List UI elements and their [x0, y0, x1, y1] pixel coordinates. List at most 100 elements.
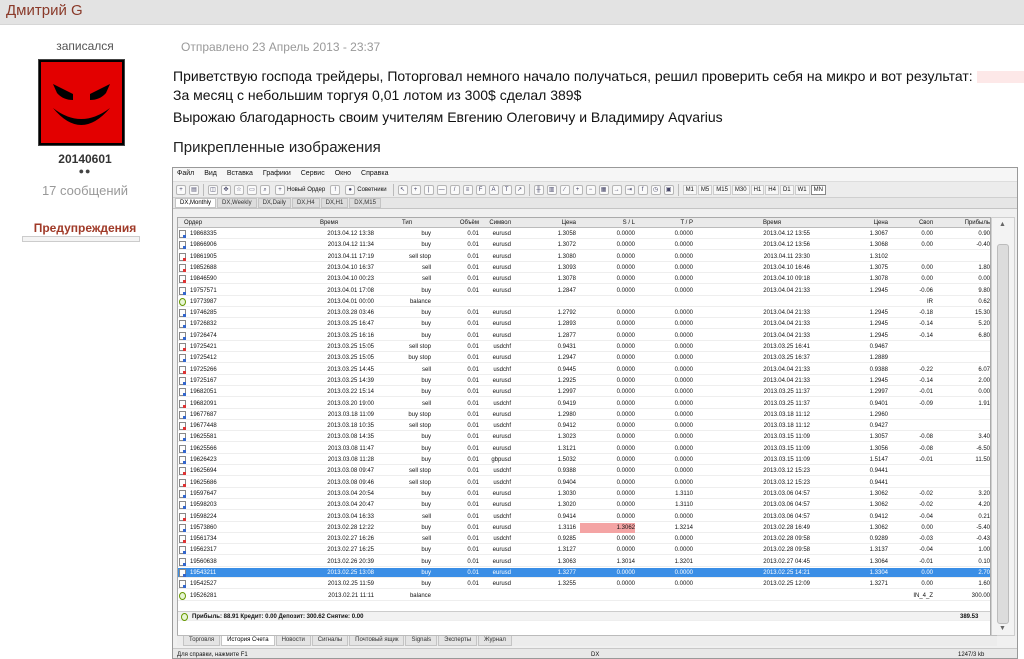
- table-row[interactable]: 19726474 2013.03.25 16:16 buy 0.01 eurusd 1.2…: [178, 331, 990, 341]
- periods-icon[interactable]: ◷: [650, 184, 661, 195]
- timeframe-h4[interactable]: H4: [765, 184, 779, 195]
- cursor-icon[interactable]: ↖: [397, 184, 408, 195]
- text-icon[interactable]: A: [488, 184, 499, 195]
- new-chart-icon[interactable]: +: [176, 184, 186, 195]
- table-row[interactable]: 19562317 2013.02.27 16:25 buy 0.01 eurusd 1.3…: [178, 545, 990, 556]
- terminal-tab[interactable]: Журнал: [478, 636, 512, 646]
- menu-item-6[interactable]: Справка: [361, 170, 388, 179]
- table-row[interactable]: 19625694 2013.03.08 09:47 sell stop 0.01 usd…: [178, 466, 990, 477]
- user-id[interactable]: 20140601: [0, 152, 170, 166]
- table-row[interactable]: 19597647 2013.03.04 20:54 buy 0.01 eurusd 1.3…: [178, 489, 990, 499]
- timeframe-d1[interactable]: D1: [779, 184, 794, 195]
- table-row[interactable]: 19598224 2013.03.04 16:33 sell 0.01 usdchf 0.…: [178, 512, 990, 522]
- table-row[interactable]: 19866906 2013.04.12 11:34 buy 0.01 eurusd 1.3…: [178, 240, 990, 251]
- table-row[interactable]: 19868335 2013.04.12 13:38 buy 0.01 eurusd 1.3…: [178, 229, 990, 239]
- navigator-icon[interactable]: ☆: [234, 184, 244, 195]
- table-row[interactable]: 19573860 2013.02.28 12:22 buy 0.01 eurusd 1.3…: [178, 522, 990, 533]
- chart-tab[interactable]: DX,M15: [349, 198, 381, 208]
- table-row[interactable]: 19861905 2013.04.11 17:19 sell stop 0.01 eur…: [178, 252, 990, 262]
- author-name[interactable]: Дмитрий G: [6, 2, 83, 19]
- column-header[interactable]: T / P: [637, 218, 693, 228]
- warnings-label[interactable]: Предупреждения: [0, 221, 170, 235]
- chart-tab[interactable]: DX,Daily: [257, 198, 291, 208]
- table-row[interactable]: 19773987 2013.04.01 00:00 balance IR 0.62: [178, 297, 990, 307]
- table-row[interactable]: 19725421 2013.03.25 15:05 sell stop 0.01 usd…: [178, 342, 990, 352]
- meta-editor-icon[interactable]: !: [330, 184, 341, 195]
- tester-icon[interactable]: ⌕: [260, 184, 270, 195]
- table-row[interactable]: 19726832 2013.03.25 16:47 buy 0.01 eurusd 1.2…: [178, 319, 990, 330]
- fibonacci-icon[interactable]: F: [475, 184, 486, 195]
- menu-item-2[interactable]: Вставка: [227, 170, 253, 179]
- market-watch-icon[interactable]: ◫: [208, 184, 218, 195]
- table-row[interactable]: 19757571 2013.04.01 17:08 buy 0.01 eurusd 1.2…: [178, 286, 990, 296]
- column-header[interactable]: Время: [284, 218, 374, 228]
- column-header[interactable]: Ордер: [184, 218, 274, 228]
- chart-tab[interactable]: DX,H1: [320, 198, 349, 208]
- column-header[interactable]: Тип: [383, 218, 431, 228]
- timeframe-w1[interactable]: W1: [794, 184, 810, 195]
- timeframe-h1[interactable]: H1: [750, 184, 765, 195]
- table-row[interactable]: 19626423 2013.03.08 11:28 buy 0.01 gbpusd 1.5…: [178, 455, 990, 465]
- menu-item-1[interactable]: Вид: [204, 170, 217, 179]
- trendline-icon[interactable]: /: [449, 184, 460, 195]
- attached-screenshot[interactable]: Файл Вид Вставка Графики Сервис Окно Справка +…: [172, 167, 1018, 659]
- bar-chart-icon[interactable]: ╫: [533, 184, 544, 195]
- shift-icon[interactable]: ⇥: [624, 184, 635, 195]
- table-row[interactable]: 19725167 2013.03.25 14:39 buy 0.01 eurusd 1.2…: [178, 376, 990, 386]
- menu-item-5[interactable]: Окно: [335, 170, 351, 179]
- zoom-in-icon[interactable]: +: [572, 184, 583, 195]
- timeframe-m5[interactable]: M5: [697, 184, 713, 195]
- scroll-up-icon[interactable]: ▲: [999, 221, 1006, 228]
- table-row[interactable]: 19682051 2013.03.22 15:14 buy 0.01 eurusd 1.2…: [178, 387, 990, 398]
- chart-tab[interactable]: DX,H4: [291, 198, 320, 208]
- table-row[interactable]: 19542527 2013.02.25 11:59 buy 0.01 eurusd 1.3…: [178, 579, 990, 590]
- table-row[interactable]: 19746285 2013.03.28 03:46 buy 0.01 eurusd 1.2…: [178, 308, 990, 319]
- tile-icon[interactable]: ▦: [598, 184, 609, 195]
- crosshair-icon[interactable]: +: [410, 184, 421, 195]
- scroll-down-icon[interactable]: ▼: [999, 625, 1006, 632]
- avatar[interactable]: [38, 59, 125, 146]
- new-order-button[interactable]: + Новый Ордер: [273, 184, 327, 195]
- table-row[interactable]: 19682091 2013.03.20 19:00 sell 0.01 usdchf 0.…: [178, 399, 990, 409]
- channel-icon[interactable]: ≡: [462, 184, 473, 195]
- table-row[interactable]: 19526281 2013.02.21 11:11 balance IN_4_Z 300…: [178, 591, 990, 601]
- column-header[interactable]: Своп: [878, 218, 933, 228]
- terminal-tab[interactable]: Торговля: [183, 636, 221, 646]
- table-row[interactable]: 19560638 2013.02.26 20:39 buy 0.01 eurusd 1.3…: [178, 557, 990, 567]
- scroll-thumb[interactable]: [997, 244, 1009, 624]
- indicators-icon[interactable]: f: [637, 184, 648, 195]
- terminal-tab[interactable]: Signals: [405, 636, 438, 646]
- terminal-icon[interactable]: ▭: [247, 184, 257, 195]
- table-row[interactable]: 19852688 2013.04.10 16:37 sell 0.01 eurusd 1.…: [178, 263, 990, 273]
- column-header[interactable]: S / L: [580, 218, 635, 228]
- table-row[interactable]: 19725266 2013.03.25 14:45 sell 0.01 usdchf 0.…: [178, 365, 990, 375]
- terminal-tab[interactable]: Новости: [275, 636, 311, 646]
- arrows-icon[interactable]: ↗: [514, 184, 525, 195]
- chart-tab[interactable]: DX,Monthly: [175, 198, 217, 208]
- data-window-icon[interactable]: ✥: [221, 184, 231, 195]
- table-row[interactable]: 19725412 2013.03.25 15:05 buy stop 0.01 euru…: [178, 353, 990, 364]
- table-row[interactable]: 19625686 2013.03.08 09:46 sell stop 0.01 usd…: [178, 478, 990, 488]
- column-header[interactable]: Прибыль: [936, 218, 990, 228]
- menu-item-4[interactable]: Сервис: [301, 170, 325, 179]
- table-row[interactable]: 19543211 2013.02.25 13:08 buy 0.01 eurusd 1.3…: [178, 568, 990, 578]
- terminal-tab[interactable]: Эксперты: [438, 636, 478, 646]
- advisors-button[interactable]: ● Советники: [343, 184, 388, 195]
- table-row[interactable]: 19625581 2013.03.08 14:35 buy 0.01 eurusd 1.3…: [178, 432, 990, 443]
- timeframe-mn[interactable]: MN: [810, 184, 826, 195]
- zoom-out-icon[interactable]: −: [585, 184, 596, 195]
- table-scrollbar[interactable]: ▲ ▼: [991, 217, 1015, 636]
- table-row[interactable]: 19677687 2013.03.18 11:09 buy stop 0.01 euru…: [178, 410, 990, 420]
- label-icon[interactable]: T: [501, 184, 512, 195]
- menu-item-0[interactable]: Файл: [177, 170, 194, 179]
- line-chart-icon[interactable]: ∕: [559, 184, 570, 195]
- templates-icon[interactable]: ▣: [663, 184, 674, 195]
- timeframe-m30[interactable]: M30: [731, 184, 750, 195]
- profiles-icon[interactable]: ▤: [189, 184, 199, 195]
- terminal-tab[interactable]: Сигналы: [311, 636, 349, 646]
- terminal-tab[interactable]: История Счета: [221, 636, 275, 646]
- timeframe-m1[interactable]: M1: [682, 184, 697, 195]
- table-row[interactable]: 19677448 2013.03.18 10:35 sell stop 0.01 usd…: [178, 421, 990, 432]
- table-row[interactable]: 19625566 2013.03.08 11:47 buy 0.01 eurusd 1.3…: [178, 444, 990, 454]
- candles-icon[interactable]: ▥: [546, 184, 557, 195]
